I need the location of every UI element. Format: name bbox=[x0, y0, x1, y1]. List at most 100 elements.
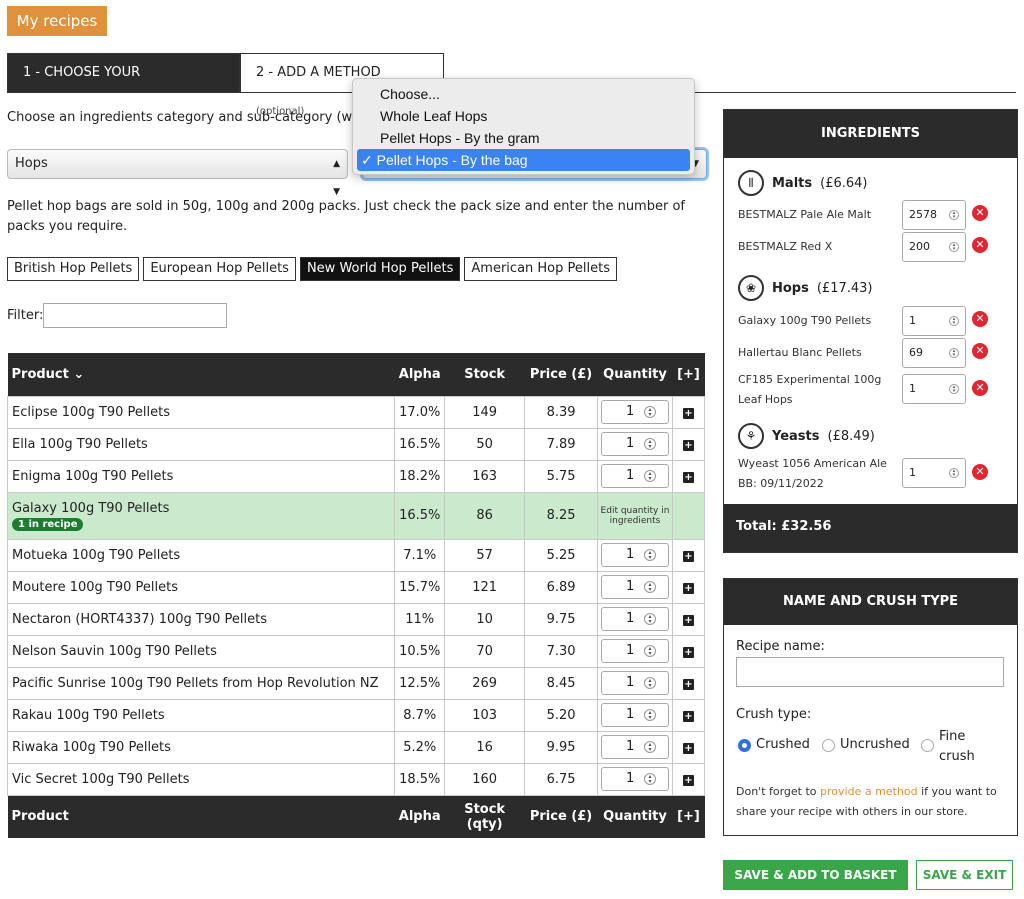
remove-icon[interactable]: ✕ bbox=[972, 464, 988, 480]
quantity-input[interactable]: 1 ▴ ▾ bbox=[600, 639, 669, 663]
plus-icon[interactable]: + bbox=[682, 407, 694, 419]
quantity-input[interactable]: 1 ▴ ▾ bbox=[600, 735, 669, 759]
ingredient-qty-input[interactable]: 1 ▴ ▾ bbox=[902, 374, 966, 404]
spinner-icon[interactable]: ▴ ▾ bbox=[949, 348, 959, 358]
dropdown-option-by-gram[interactable]: Pellet Hops - By the gram bbox=[357, 127, 690, 149]
spinner-icon[interactable]: ▴ ▾ bbox=[643, 677, 656, 689]
col-product[interactable]: Product ⌄ bbox=[7, 353, 395, 396]
spinner-icon[interactable]: ▴ ▾ bbox=[643, 741, 656, 753]
plus-icon[interactable]: + bbox=[682, 646, 694, 658]
quantity-value: 1 bbox=[625, 404, 635, 419]
subtab-european[interactable]: European Hop Pellets bbox=[143, 257, 296, 281]
radio-fine-crush-label: Fine crush bbox=[939, 729, 975, 764]
dropdown-option-choose[interactable]: Choose... bbox=[357, 83, 690, 105]
foot-stock: Stock (qty) bbox=[444, 795, 525, 838]
col-alpha[interactable]: Alpha bbox=[394, 353, 445, 396]
spinner-icon[interactable]: ▴ ▾ bbox=[949, 242, 959, 252]
spinner-icon[interactable]: ▴ ▾ bbox=[643, 406, 656, 418]
provide-method-link[interactable]: provide a method bbox=[820, 785, 918, 798]
product-price: 9.75 bbox=[524, 602, 598, 636]
product-add-cell: + bbox=[671, 459, 706, 493]
quantity-value: 1 bbox=[625, 771, 635, 786]
quantity-input[interactable]: 1 ▴ ▾ bbox=[600, 400, 669, 424]
ingredient-qty-input[interactable]: 1 ▴ ▾ bbox=[902, 306, 966, 336]
product-add-cell: + bbox=[671, 730, 706, 764]
product-add-cell: + bbox=[671, 762, 706, 796]
plus-icon[interactable]: + bbox=[682, 614, 694, 626]
radio-uncrushed[interactable]: Uncrushed bbox=[822, 737, 910, 752]
spinner-icon[interactable]: ▴ ▾ bbox=[643, 581, 656, 593]
product-price: 7.89 bbox=[524, 427, 598, 461]
quantity-input[interactable]: 1 ▴ ▾ bbox=[600, 575, 669, 599]
recipe-name-input[interactable] bbox=[736, 657, 1004, 687]
product-name-text: Enigma 100g T90 Pellets bbox=[12, 468, 174, 484]
ingredient-qty-input[interactable]: 2578 ▴ ▾ bbox=[902, 200, 966, 230]
product-name-text: Nectaron (HORT4337) 100g T90 Pellets bbox=[12, 611, 267, 627]
plus-icon[interactable]: + bbox=[682, 550, 694, 562]
save-add-basket-button[interactable]: SAVE & ADD TO BASKET bbox=[723, 860, 908, 890]
spinner-icon[interactable]: ▴ ▾ bbox=[643, 773, 656, 785]
plus-icon[interactable]: + bbox=[682, 742, 694, 754]
subtab-american[interactable]: American Hop Pellets bbox=[464, 257, 617, 281]
tab-choose-ingredients[interactable]: 1 - CHOOSE YOUR INGREDIENTS bbox=[7, 53, 240, 118]
product-qty-cell: 1 ▴ ▾ bbox=[597, 698, 673, 732]
quantity-input[interactable]: 1 ▴ ▾ bbox=[600, 432, 669, 456]
foot-price: Price (£) bbox=[524, 795, 598, 838]
subcategory-dropdown[interactable]: Choose... Whole Leaf Hops Pellet Hops - … bbox=[352, 78, 695, 175]
plus-icon[interactable]: + bbox=[682, 582, 694, 594]
remove-icon[interactable]: ✕ bbox=[972, 380, 988, 396]
dropdown-option-whole-leaf[interactable]: Whole Leaf Hops bbox=[357, 105, 690, 127]
plus-icon[interactable]: + bbox=[682, 774, 694, 786]
product-add-cell bbox=[671, 491, 706, 540]
spinner-icon[interactable]: ▴ ▾ bbox=[949, 316, 959, 326]
remove-icon[interactable]: ✕ bbox=[972, 343, 988, 359]
subtab-british[interactable]: British Hop Pellets bbox=[7, 257, 140, 281]
quantity-input[interactable]: 1 ▴ ▾ bbox=[600, 671, 669, 695]
ingredient-qty-input[interactable]: 200 ▴ ▾ bbox=[902, 232, 966, 262]
subtab-new-world[interactable]: New World Hop Pellets bbox=[299, 257, 461, 281]
plus-icon[interactable]: + bbox=[682, 678, 694, 690]
in-recipe-badge: 1 in recipe bbox=[12, 517, 84, 531]
quantity-input[interactable]: 1 ▴ ▾ bbox=[600, 767, 669, 791]
product-alpha: 5.2% bbox=[394, 730, 446, 764]
spinner-icon[interactable]: ▴ ▾ bbox=[949, 468, 959, 478]
spinner-icon[interactable]: ▴ ▾ bbox=[949, 384, 959, 394]
remove-icon[interactable]: ✕ bbox=[972, 237, 988, 253]
ingredient-qty-input[interactable]: 1 ▴ ▾ bbox=[902, 458, 966, 488]
save-exit-button[interactable]: SAVE & EXIT bbox=[916, 860, 1013, 890]
table-row: Nectaron (HORT4337) 100g T90 Pellets 11% 1… bbox=[6, 602, 706, 636]
category-select[interactable]: Hops ▲ ▼ bbox=[7, 149, 348, 197]
dropdown-option-by-bag[interactable]: ✓ Pellet Hops - By the bag bbox=[357, 149, 690, 171]
product-alpha: 17.0% bbox=[394, 395, 446, 429]
quantity-input[interactable]: 1 ▴ ▾ bbox=[600, 607, 669, 631]
col-stock[interactable]: Stock bbox=[444, 353, 525, 396]
remove-icon[interactable]: ✕ bbox=[972, 311, 988, 327]
plus-icon[interactable]: + bbox=[682, 439, 694, 451]
intro-text: Choose an ingredients category and sub-c… bbox=[7, 110, 352, 125]
product-name-text: Nelson Sauvin 100g T90 Pellets bbox=[12, 643, 217, 659]
my-recipes-button[interactable]: My recipes bbox=[7, 6, 107, 36]
spinner-icon[interactable]: ▴ ▾ bbox=[949, 210, 959, 220]
col-price[interactable]: Price (£) bbox=[524, 353, 598, 396]
spinner-icon[interactable]: ▴ ▾ bbox=[643, 709, 656, 721]
filter-input[interactable] bbox=[43, 303, 227, 328]
spinner-icon[interactable]: ▴ ▾ bbox=[643, 549, 656, 561]
spinner-icon[interactable]: ▴ ▾ bbox=[643, 645, 656, 657]
ingredient-qty-value: 69 bbox=[909, 346, 923, 359]
plus-icon[interactable]: + bbox=[682, 471, 694, 483]
radio-crushed[interactable]: Crushed bbox=[738, 737, 810, 752]
radio-on-icon bbox=[738, 739, 751, 752]
remove-icon[interactable]: ✕ bbox=[972, 205, 988, 221]
spinner-icon[interactable]: ▴ ▾ bbox=[643, 470, 656, 482]
quantity-input[interactable]: 1 ▴ ▾ bbox=[600, 703, 669, 727]
radio-fine-crush[interactable]: Fine crush bbox=[921, 727, 981, 767]
product-add-cell: + bbox=[671, 427, 706, 461]
spinner-icon[interactable]: ▴ ▾ bbox=[643, 613, 656, 625]
ingredient-qty-input[interactable]: 69 ▴ ▾ bbox=[902, 338, 966, 368]
spinner-icon[interactable]: ▴ ▾ bbox=[643, 438, 656, 450]
quantity-input[interactable]: 1 ▴ ▾ bbox=[600, 543, 669, 567]
foot-quantity: Quantity bbox=[597, 795, 673, 838]
quantity-input[interactable]: 1 ▴ ▾ bbox=[600, 464, 669, 488]
plus-icon[interactable]: + bbox=[682, 710, 694, 722]
ingredient-qty-value: 200 bbox=[909, 240, 930, 253]
